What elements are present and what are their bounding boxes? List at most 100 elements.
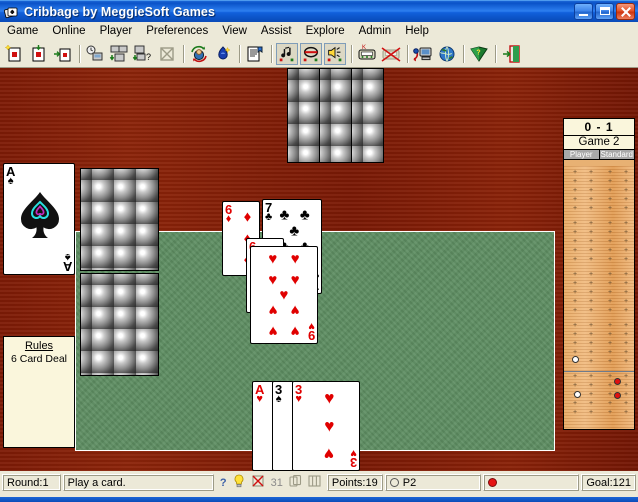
peg-hole xyxy=(573,180,577,186)
menu-item-view[interactable]: View xyxy=(215,24,254,39)
menu-item-assist[interactable]: Assist xyxy=(254,24,299,39)
svg-text:K: K xyxy=(362,45,366,51)
window-controls xyxy=(574,3,635,20)
columns-icon[interactable] xyxy=(308,474,321,491)
opponent-card-back xyxy=(351,68,384,163)
peg-hole xyxy=(624,207,628,213)
peg-hole xyxy=(573,282,577,288)
help-book-icon[interactable]: ? xyxy=(468,43,490,65)
network-connect-icon[interactable] xyxy=(412,43,434,65)
status-goal: Goal:121 xyxy=(581,474,637,491)
status-points: Points:19 xyxy=(326,474,383,491)
opponent-card-back xyxy=(319,68,352,163)
help-question-icon[interactable]: ? xyxy=(220,477,227,489)
peg-hole xyxy=(573,258,577,264)
shuffle-icon[interactable] xyxy=(156,43,178,65)
open-game-icon[interactable] xyxy=(52,43,74,65)
peg-hole xyxy=(589,258,593,264)
history-icon[interactable] xyxy=(84,43,106,65)
peg-hole xyxy=(624,393,628,399)
cribbage-board[interactable]: 0 - 1 Game 2 Player Standard xyxy=(563,118,635,430)
opponent-card-back xyxy=(287,68,320,163)
title-bar: Cribbage by MeggieSoft Games xyxy=(0,0,638,22)
menu-item-admin[interactable]: Admin xyxy=(352,24,399,39)
peg-hole xyxy=(608,240,612,246)
column-header-player: Player xyxy=(564,150,600,159)
menu-item-game[interactable]: Game xyxy=(0,24,45,39)
player-card-ace-of-hearts[interactable]: A ♥ xyxy=(252,381,274,471)
wizard-icon[interactable] xyxy=(212,43,234,65)
cards-icon[interactable] xyxy=(289,474,302,491)
peg-hole xyxy=(589,180,593,186)
peg-hole xyxy=(573,402,577,408)
peg-hole xyxy=(589,231,593,237)
peg-hole xyxy=(624,273,628,279)
peg-hole xyxy=(608,282,612,288)
status-turn-player: P2 xyxy=(384,474,482,491)
peg-hole xyxy=(589,384,593,390)
no-shuffle-icon[interactable] xyxy=(251,474,265,491)
hint-bulb-icon[interactable] xyxy=(233,474,245,491)
peg-hole xyxy=(589,282,593,288)
sound-effects-icon[interactable] xyxy=(324,43,346,65)
cut-card-ace-of-spades[interactable]: A ♠ A ♠ xyxy=(3,163,75,275)
column-header-standard: Standard xyxy=(599,150,634,159)
peg-player-back[interactable] xyxy=(574,391,581,398)
peg-track[interactable] xyxy=(564,166,634,429)
peg-hole xyxy=(624,360,628,366)
internet-globe-icon[interactable] xyxy=(436,43,458,65)
menu-item-help[interactable]: Help xyxy=(398,24,436,39)
peg-hole xyxy=(573,300,577,306)
game-number-label: Game 2 xyxy=(564,135,634,149)
player-card-3-of-hearts[interactable]: 3 ♥ 3 ♥ ♥ ♥ ♥ xyxy=(292,381,360,471)
peg-hole xyxy=(573,411,577,417)
toolbar-separator xyxy=(463,45,464,63)
card-pips: ♥ ♥ ♥ xyxy=(324,388,335,464)
maximize-button[interactable] xyxy=(595,3,614,20)
svg-text:?: ? xyxy=(476,50,480,57)
sound-off-icon[interactable] xyxy=(300,43,322,65)
peg-hole xyxy=(589,360,593,366)
count-31-label: 31 xyxy=(270,476,283,489)
rules-panel[interactable]: Rules 6 Card Deal xyxy=(3,336,75,448)
peg-hole xyxy=(589,249,593,255)
close-button[interactable] xyxy=(616,3,635,20)
window-title: Cribbage by MeggieSoft Games xyxy=(24,4,216,19)
peg-hole xyxy=(608,324,612,330)
peg-hole xyxy=(608,411,612,417)
player-card-3-of-spades[interactable]: 3 ♠ xyxy=(272,381,294,471)
peg-hole xyxy=(589,351,593,357)
peg-hole xyxy=(573,291,577,297)
peg-hole xyxy=(573,189,577,195)
peg-hole xyxy=(608,249,612,255)
peg-hole xyxy=(608,402,612,408)
peg-hole xyxy=(573,360,577,366)
sound-music-icon[interactable] xyxy=(276,43,298,65)
menu-item-online[interactable]: Online xyxy=(45,24,92,39)
replay-icon[interactable] xyxy=(108,43,130,65)
crib-stack[interactable] xyxy=(80,273,159,376)
scoresheet-icon[interactable] xyxy=(244,43,266,65)
exit-door-icon[interactable] xyxy=(500,43,522,65)
hint-query-icon[interactable]: ? xyxy=(132,43,154,65)
deck-stack[interactable] xyxy=(80,168,159,271)
chat-disabled-icon[interactable] xyxy=(380,43,402,65)
menu-item-explore[interactable]: Explore xyxy=(299,24,352,39)
peg-standard-front[interactable] xyxy=(614,378,621,385)
menu-item-player[interactable]: Player xyxy=(93,24,140,39)
window-bottom-edge xyxy=(0,497,638,502)
peg-standard-back[interactable] xyxy=(614,392,621,399)
peg-player-front[interactable] xyxy=(572,356,579,363)
save-game-icon[interactable] xyxy=(28,43,50,65)
peg-hole xyxy=(573,240,577,246)
peg-hole xyxy=(624,384,628,390)
peg-hole xyxy=(624,198,628,204)
chat-icon[interactable]: K xyxy=(356,43,378,65)
minimize-button[interactable] xyxy=(574,3,593,20)
svg-text:?: ? xyxy=(146,52,151,62)
peg-hole xyxy=(624,333,628,339)
menu-item-preferences[interactable]: Preferences xyxy=(139,24,215,39)
peg-hole xyxy=(624,342,628,348)
new-game-icon[interactable] xyxy=(4,43,26,65)
rotate-players-icon[interactable] xyxy=(188,43,210,65)
